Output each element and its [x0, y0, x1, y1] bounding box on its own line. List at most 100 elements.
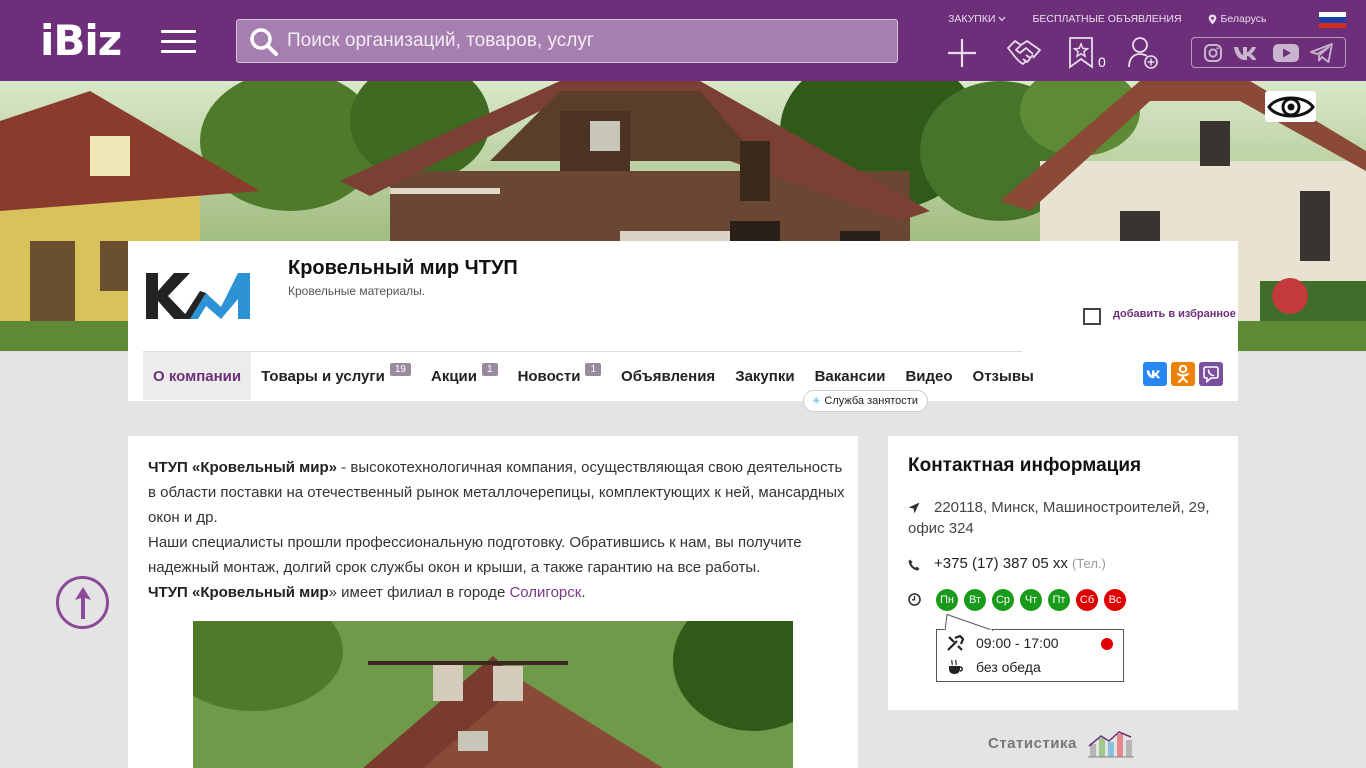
schedule-popup: 09:00 - 17:00 без обеда: [936, 614, 1124, 682]
branch-city-link[interactable]: Солигорск: [509, 584, 581, 601]
tools-icon: [947, 635, 964, 651]
about-bold-text: Кровельный мир: [200, 459, 329, 476]
about-paragraph: Наши специалисты прошли профессиональную…: [148, 534, 802, 576]
tab-label: Вакансии: [814, 367, 886, 385]
telegram-icon[interactable]: [1310, 42, 1334, 63]
language-flag-icon[interactable]: [1319, 12, 1346, 29]
add-plus-icon[interactable]: [946, 36, 978, 70]
add-user-icon[interactable]: [1128, 36, 1158, 70]
search-input[interactable]: [287, 20, 887, 62]
tab-procurements[interactable]: Закупки: [725, 352, 804, 400]
favorites-star-icon[interactable]: [1068, 36, 1094, 70]
youtube-icon[interactable]: [1272, 43, 1300, 63]
about-section: ЧТУП «Кровельный мир» - высокотехнологич…: [128, 436, 858, 768]
employment-service-label: Служба занятости: [824, 395, 918, 407]
tab-label: Товары и услуги: [261, 367, 385, 385]
contacts-title: Контактная информация: [908, 455, 1142, 476]
header-social-links: [1191, 37, 1346, 68]
tab-label: Видео: [905, 367, 953, 385]
day-badge[interactable]: Вт: [964, 589, 986, 611]
tab-products[interactable]: Товары и услуги 19: [251, 352, 421, 400]
hours-row: 09:00 - 17:00: [947, 635, 1059, 651]
chevron-down-icon: [999, 16, 1006, 22]
phone-number[interactable]: +375 (17) 387 05 xx: [934, 555, 1068, 572]
tab-label: Отзывы: [972, 367, 1034, 385]
arrow-up-icon: [74, 586, 91, 619]
share-buttons: [1143, 362, 1227, 386]
favorites-count: 0: [1098, 54, 1106, 70]
tab-label: Закупки: [735, 367, 795, 385]
working-days: Пн Вт Ср Чт Пт Сб Вс: [936, 589, 1132, 611]
tab-about[interactable]: О компании: [143, 352, 252, 400]
house-photo: [193, 621, 793, 768]
procurements-label: ЗАКУПКИ: [948, 13, 996, 25]
tab-label: Новости: [517, 367, 581, 385]
accessibility-eye-icon[interactable]: [1265, 91, 1316, 122]
procurements-link[interactable]: ЗАКУПКИ: [948, 13, 1006, 25]
location-pin-icon: [1208, 14, 1216, 24]
handshake-icon[interactable]: [1006, 36, 1042, 70]
day-badge[interactable]: Пн: [936, 589, 958, 611]
about-text-span: .: [581, 584, 586, 601]
about-bold-text: »: [328, 459, 338, 476]
address: 220118, Минск, Машиностроителей, 29, офи…: [908, 499, 1210, 537]
add-favorite-label[interactable]: добавить в избранное: [1113, 308, 1236, 320]
company-card: Кровельный мир ЧТУП Кровельные материалы…: [128, 241, 1238, 412]
tab-count-badge: 1: [585, 362, 602, 376]
company-name: Кровельный мир ЧТУП: [288, 257, 518, 279]
tab-label: О компании: [153, 367, 242, 385]
scroll-up-button[interactable]: [56, 576, 109, 629]
search-icon[interactable]: [249, 27, 279, 57]
share-odnoklassniki-icon[interactable]: [1171, 362, 1195, 386]
instagram-icon[interactable]: [1203, 43, 1223, 63]
about-paragraph: ЧТУП «Кровельный мир» - высокотехнологич…: [148, 455, 848, 530]
tab-news[interactable]: Новости 1: [508, 352, 611, 400]
company-logo: [146, 273, 250, 319]
day-badge[interactable]: Сб: [1076, 589, 1098, 611]
tab-count-badge: 19: [389, 362, 411, 376]
about-bold-text: Кровельный мир: [200, 584, 329, 601]
about-bold-text: ЧТУП «: [148, 584, 201, 601]
vk-icon[interactable]: [1233, 44, 1263, 62]
share-vk-icon[interactable]: [1143, 362, 1167, 386]
tab-count-badge: 1: [482, 362, 498, 376]
about-bold-text: ЧТУП «: [148, 459, 201, 476]
clock-icon: [908, 593, 921, 606]
about-text: ЧТУП «Кровельный мир» - высокотехнологич…: [148, 455, 848, 605]
menu-burger-button[interactable]: [161, 30, 196, 54]
region-label: Беларусь: [1220, 13, 1267, 25]
statistics-link[interactable]: Статистика: [988, 728, 1135, 758]
tab-label: Объявления: [621, 367, 716, 385]
region-link[interactable]: Беларусь: [1208, 13, 1267, 25]
tab-reviews[interactable]: Отзывы: [963, 352, 1044, 400]
company-description: Кровельные материалы.: [288, 284, 426, 298]
chart-icon: [1087, 731, 1134, 758]
day-badge[interactable]: Ср: [992, 589, 1014, 611]
snowflake-icon: ✳: [812, 395, 821, 407]
free-ads-link[interactable]: БЕСПЛАТНЫЕ ОБЪЯВЛЕНИЯ: [1032, 13, 1181, 25]
search-bar: [236, 19, 898, 63]
about-paragraph: ЧТУП «Кровельный мир» имеет филиал в гор…: [148, 580, 848, 605]
statistics-label: Статистика: [988, 734, 1077, 752]
about-text-span: » имеет филиал в городе: [328, 584, 510, 601]
lunch-info: без обеда: [976, 659, 1041, 675]
contacts-section: Контактная информация 220118, Минск, Маш…: [888, 436, 1238, 710]
day-badge[interactable]: Вс: [1104, 589, 1126, 611]
closed-status-dot: [1101, 638, 1113, 650]
add-favorite-checkbox[interactable]: [1083, 308, 1101, 325]
tab-promotions[interactable]: Акции 1: [421, 352, 508, 400]
tab-label: Акции: [430, 367, 477, 385]
share-viber-icon[interactable]: [1199, 362, 1223, 386]
popup-pointer: [945, 614, 994, 631]
employment-service-badge[interactable]: ✳ Служба занятости: [803, 390, 928, 412]
tab-ads[interactable]: Объявления: [611, 352, 725, 400]
day-badge[interactable]: Пт: [1048, 589, 1070, 611]
site-logo[interactable]: iBiz: [40, 18, 122, 64]
phone-icon: [908, 559, 920, 571]
top-header: iBiz ЗАКУПКИ БЕСПЛАТНЫЕ ОБЪЯВЛЕНИЯ Белар…: [0, 0, 1366, 81]
lunch-row: без обеда: [947, 659, 1041, 675]
day-badge[interactable]: Чт: [1020, 589, 1042, 611]
phone-type: (Тел.): [1072, 556, 1106, 571]
phone-row: +375 (17) 387 05 xx (Тел.): [934, 555, 1106, 572]
working-hours: 09:00 - 17:00: [976, 635, 1059, 651]
